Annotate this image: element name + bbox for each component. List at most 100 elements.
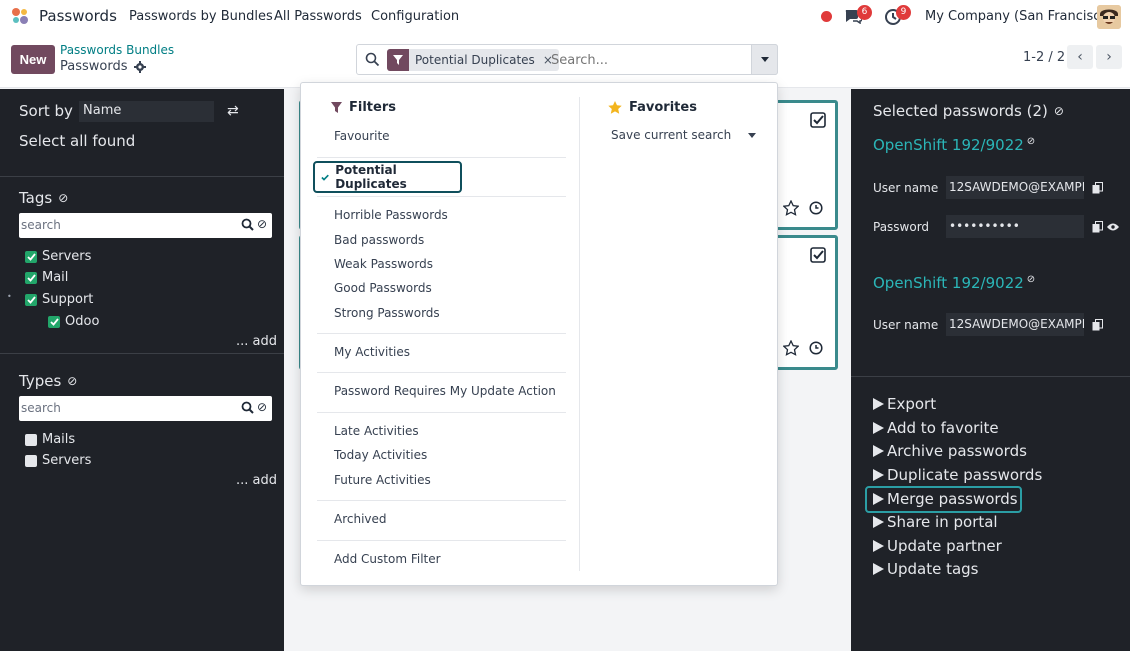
record-name-link[interactable]: OpenShift 192/9022 ⊘ [873, 136, 1035, 154]
sort-select[interactable]: Name [79, 101, 214, 122]
dropdown-separator [317, 333, 566, 334]
star-icon[interactable] [783, 340, 799, 356]
filter-archived[interactable]: Archived [334, 512, 387, 526]
password-label: Password [873, 220, 930, 234]
swap-order-icon[interactable]: ⇄ [227, 103, 239, 119]
eye-icon[interactable] [1107, 223, 1119, 231]
dropdown-separator [317, 540, 566, 541]
status-dot-icon[interactable] [821, 11, 832, 22]
user-name-field[interactable]: 12SAWDEMO@EXAMPLE.COM [946, 313, 1084, 336]
sort-select-value: Name [83, 103, 122, 118]
checkbox-checked-icon[interactable] [810, 247, 826, 263]
types-search-input[interactable]: search ⊘ [19, 396, 272, 421]
add-tag-link[interactable]: ... add [236, 334, 277, 349]
action-archive-passwords[interactable]: Archive passwords [873, 442, 1027, 460]
user-name-field[interactable]: 12SAWDEMO@EXAMPLE.COM [946, 176, 1084, 199]
clear-tags-icon[interactable]: ⊘ [58, 191, 68, 205]
search-icon[interactable] [241, 401, 254, 414]
star-icon[interactable] [783, 200, 799, 216]
star-icon [608, 101, 622, 114]
filter-today-activities[interactable]: Today Activities [334, 448, 427, 462]
filter-future-activities[interactable]: Future Activities [334, 473, 431, 487]
filter-bad-passwords[interactable]: Bad passwords [334, 233, 424, 247]
pager-next-button[interactable]: › [1096, 45, 1122, 69]
action-label: Archive passwords [887, 442, 1027, 460]
save-current-search[interactable]: Save current search [611, 128, 731, 142]
user-avatar[interactable] [1097, 5, 1121, 29]
filter-potential-duplicates[interactable]: Potential Duplicates [313, 161, 462, 193]
search-icon[interactable] [241, 218, 254, 231]
copy-icon[interactable] [1092, 319, 1103, 331]
search-bar[interactable]: Potential Duplicates × [356, 44, 778, 75]
type-label: Mails [42, 432, 76, 447]
tags-search-placeholder: search [21, 218, 61, 232]
clear-record-icon[interactable]: ⊘ [1027, 274, 1035, 285]
dropdown-column-divider [579, 97, 580, 571]
action-label: Share in portal [887, 513, 998, 531]
checkbox-checked-icon [25, 293, 37, 306]
clear-record-icon[interactable]: ⊘ [1027, 136, 1035, 147]
action-update-tags[interactable]: Update tags [873, 560, 979, 578]
password-field[interactable]: •••••••••• [946, 215, 1084, 238]
selected-passwords-panel: Selected passwords (2) ⊘ OpenShift 192/9… [851, 89, 1130, 651]
type-servers-checkbox[interactable]: Servers [25, 453, 91, 468]
add-type-link[interactable]: ... add [236, 473, 277, 488]
action-export[interactable]: Export [873, 395, 936, 413]
user-name-value: 12SAWDEMO@EXAMPLE.COM [949, 180, 1084, 194]
copy-icon[interactable] [1092, 221, 1103, 233]
menu-passwords-by-bundles[interactable]: Passwords by Bundles [129, 9, 273, 24]
gear-icon[interactable] [133, 60, 146, 73]
type-mails-checkbox[interactable]: Mails [25, 432, 75, 447]
action-share-in-portal[interactable]: Share in portal [873, 513, 998, 531]
clear-types-icon[interactable]: ⊘ [67, 374, 77, 388]
select-all-found[interactable]: Select all found [19, 132, 135, 150]
triangle-right-icon [873, 469, 884, 481]
new-button[interactable]: New [11, 45, 55, 74]
menu-all-passwords[interactable]: All Passwords [274, 9, 362, 24]
activity-clock-icon[interactable] [809, 201, 823, 215]
filter-weak-passwords[interactable]: Weak Passwords [334, 257, 433, 271]
clear-selection-icon[interactable]: ⊘ [1054, 104, 1064, 118]
app-name[interactable]: Passwords [39, 7, 117, 25]
add-custom-filter[interactable]: Add Custom Filter [334, 552, 441, 566]
tag-odoo-checkbox[interactable]: Odoo [48, 314, 99, 329]
copy-icon[interactable] [1092, 182, 1103, 194]
filter-my-activities[interactable]: My Activities [334, 345, 410, 359]
tag-mail-checkbox[interactable]: Mail [25, 270, 68, 285]
checkbox-checked-icon [48, 315, 60, 328]
search-options-toggle[interactable] [751, 44, 778, 75]
pager-value[interactable]: 1-2 / 2 [1023, 50, 1065, 65]
checkbox-checked-icon [25, 271, 37, 284]
filter-horrible-passwords[interactable]: Horrible Passwords [334, 208, 448, 222]
tag-servers-checkbox[interactable]: Servers [25, 249, 91, 264]
menu-configuration[interactable]: Configuration [371, 9, 459, 24]
record-name-link[interactable]: OpenShift 192/9022 ⊘ [873, 274, 1035, 292]
filter-good-passwords[interactable]: Good Passwords [334, 281, 432, 295]
filter-strong-passwords[interactable]: Strong Passwords [334, 306, 440, 320]
action-add-to-favorite[interactable]: Add to favorite [873, 419, 999, 437]
app-icon[interactable] [9, 5, 31, 27]
clear-search-icon[interactable]: ⊘ [257, 401, 267, 414]
checkbox-checked-icon[interactable] [810, 112, 826, 128]
caret-down-icon[interactable] [748, 133, 756, 138]
filter-late-activities[interactable]: Late Activities [334, 424, 419, 438]
chevron-left-icon: ‹ [1077, 49, 1083, 65]
tags-search-input[interactable]: search ⊘ [19, 213, 272, 238]
filter-favourite[interactable]: Favourite [334, 129, 390, 143]
action-update-partner[interactable]: Update partner [873, 537, 1002, 555]
search-input[interactable] [551, 49, 746, 71]
dropdown-separator [317, 412, 566, 413]
triangle-right-icon [873, 540, 884, 552]
clear-search-icon[interactable]: ⊘ [257, 218, 267, 231]
action-duplicate-passwords[interactable]: Duplicate passwords [873, 466, 1042, 484]
tag-support-checkbox[interactable]: Support [25, 292, 93, 307]
password-value: •••••••••• [949, 219, 1020, 233]
search-dropdown: Filters Favourite Horrible Passwords Bad… [300, 82, 778, 586]
activity-clock-icon[interactable] [809, 341, 823, 355]
pager-previous-button[interactable]: ‹ [1067, 45, 1093, 69]
filter-requires-update[interactable]: Password Requires My Update Action [334, 384, 556, 398]
expand-caret-icon[interactable]: • [7, 292, 12, 301]
company-switcher[interactable]: My Company (San Francisco) [925, 9, 1113, 24]
breadcrumb-parent[interactable]: Passwords Bundles [60, 43, 174, 57]
types-search-placeholder: search [21, 401, 61, 415]
